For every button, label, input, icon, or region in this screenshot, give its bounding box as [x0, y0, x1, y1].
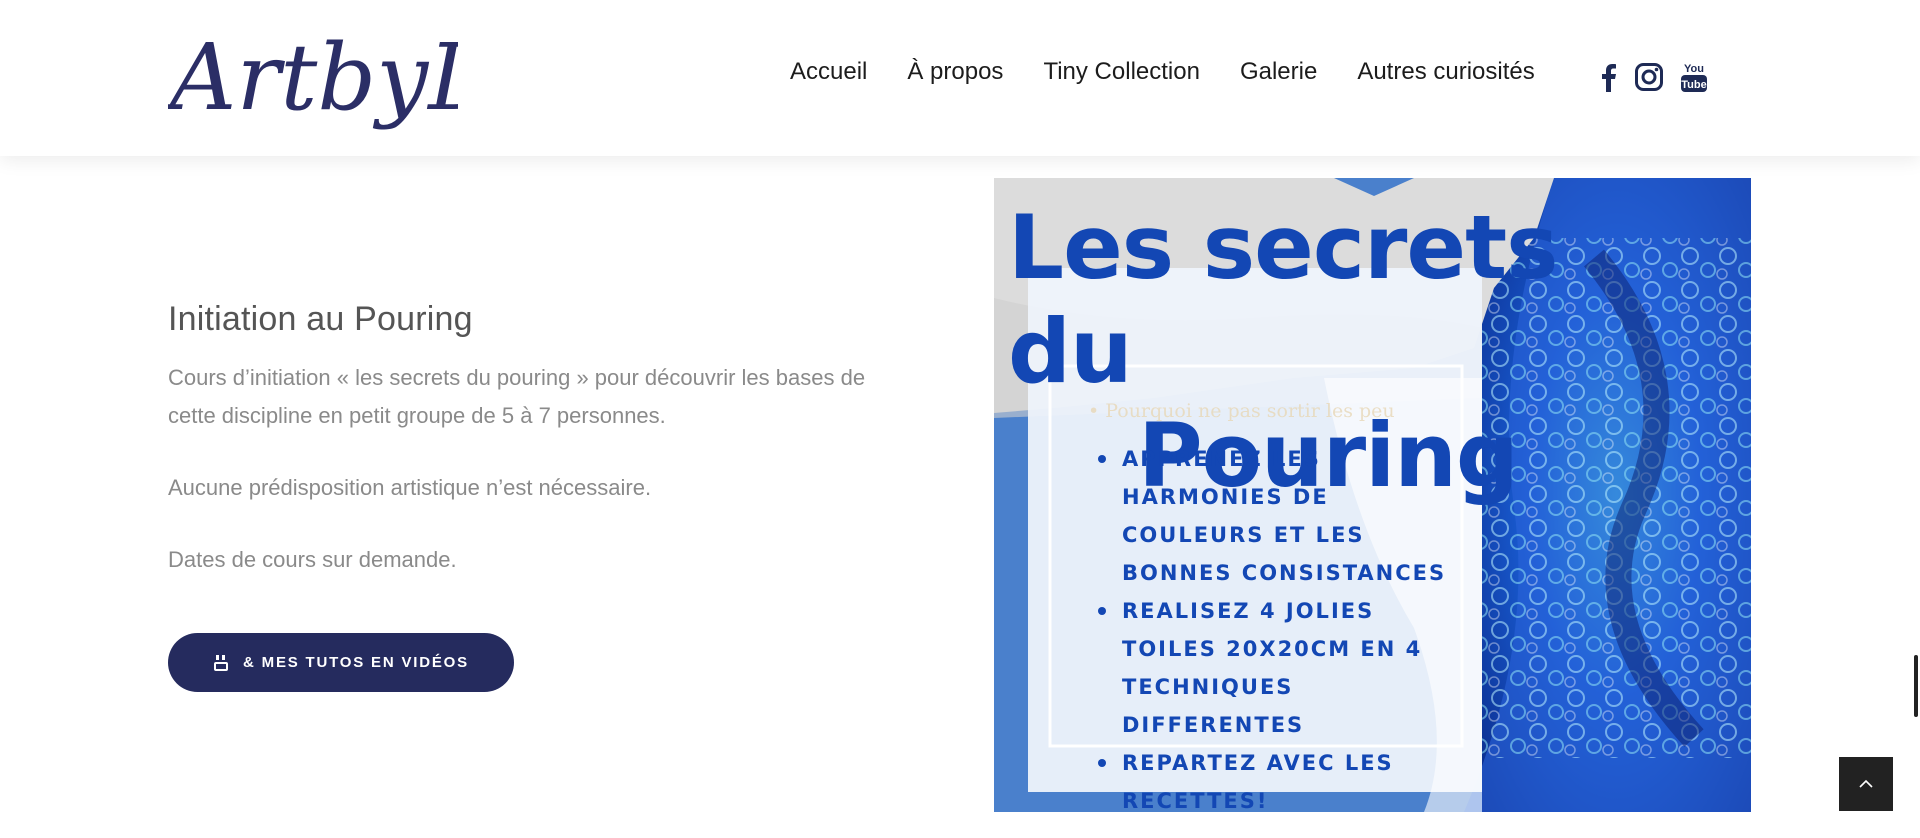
site-logo[interactable]: ArtbyDo	[162, 14, 557, 144]
prerequisite-paragraph: Aucune prédisposition artistique n’est n…	[168, 475, 652, 500]
nav-item-a-propos[interactable]: À propos	[907, 58, 1003, 86]
nav-item-galerie[interactable]: Galerie	[1240, 58, 1317, 86]
nav-item-autres-curiosites[interactable]: Autres curiosités	[1357, 58, 1534, 86]
nav-item-accueil[interactable]: Accueil	[790, 58, 867, 86]
course-section: Initiation au Pouring Cours d’initiation…	[168, 300, 888, 692]
nav-item-tiny-collection[interactable]: Tiny Collection	[1043, 58, 1200, 86]
scroll-to-top-button[interactable]	[1839, 757, 1893, 811]
logo-text: ArtbyDo	[168, 24, 458, 131]
svg-text:Tube: Tube	[1681, 79, 1706, 91]
intro-paragraph: Cours d’initiation « les secrets du pour…	[168, 365, 866, 428]
pouring-promo-image: Les secrets du Pouring • Pourquoi ne pas…	[994, 178, 1751, 812]
promo-bullet-harmonies: APPRENEZ LES HARMONIES DE COULEURS ET LE…	[1098, 440, 1478, 592]
video-tutorials-button[interactable]: & MES TUTOS EN VIDÉOS	[168, 633, 514, 692]
promo-faint-text: • Pourquoi ne pas sortir les peu	[1088, 400, 1395, 422]
video-tutorials-button-label: & MES TUTOS EN VIDÉOS	[243, 654, 469, 671]
logo-icon: ArtbyDo	[162, 24, 557, 131]
youtube-icon	[214, 654, 229, 671]
section-title: Initiation au Pouring	[168, 300, 473, 338]
promo-bullet-list: APPRENEZ LES HARMONIES DE COULEURS ET LE…	[1098, 440, 1478, 812]
main-nav: Accueil À propos Tiny Collection Galerie…	[790, 58, 1575, 86]
facebook-icon[interactable]	[1598, 62, 1618, 97]
dates-paragraph: Dates de cours sur demande.	[168, 547, 457, 572]
social-links: You Tube	[1598, 60, 1708, 99]
svg-text:You: You	[1684, 63, 1704, 75]
promo-bullet-recettes: REPARTEZ AVEC LES RECETTES!	[1098, 744, 1478, 812]
instagram-icon[interactable]	[1634, 62, 1664, 97]
chevron-up-icon	[1859, 779, 1873, 788]
site-header: ArtbyDo Accueil À propos Tiny Collection…	[0, 0, 1920, 156]
youtube-icon[interactable]: You Tube	[1680, 60, 1708, 99]
scrollbar-thumb[interactable]	[1914, 655, 1918, 717]
promo-title-line1: Les secrets du	[1008, 196, 1559, 403]
promo-bullet-toiles: REALISEZ 4 JOLIES TOILES 20X20CM EN 4 TE…	[1098, 592, 1478, 744]
